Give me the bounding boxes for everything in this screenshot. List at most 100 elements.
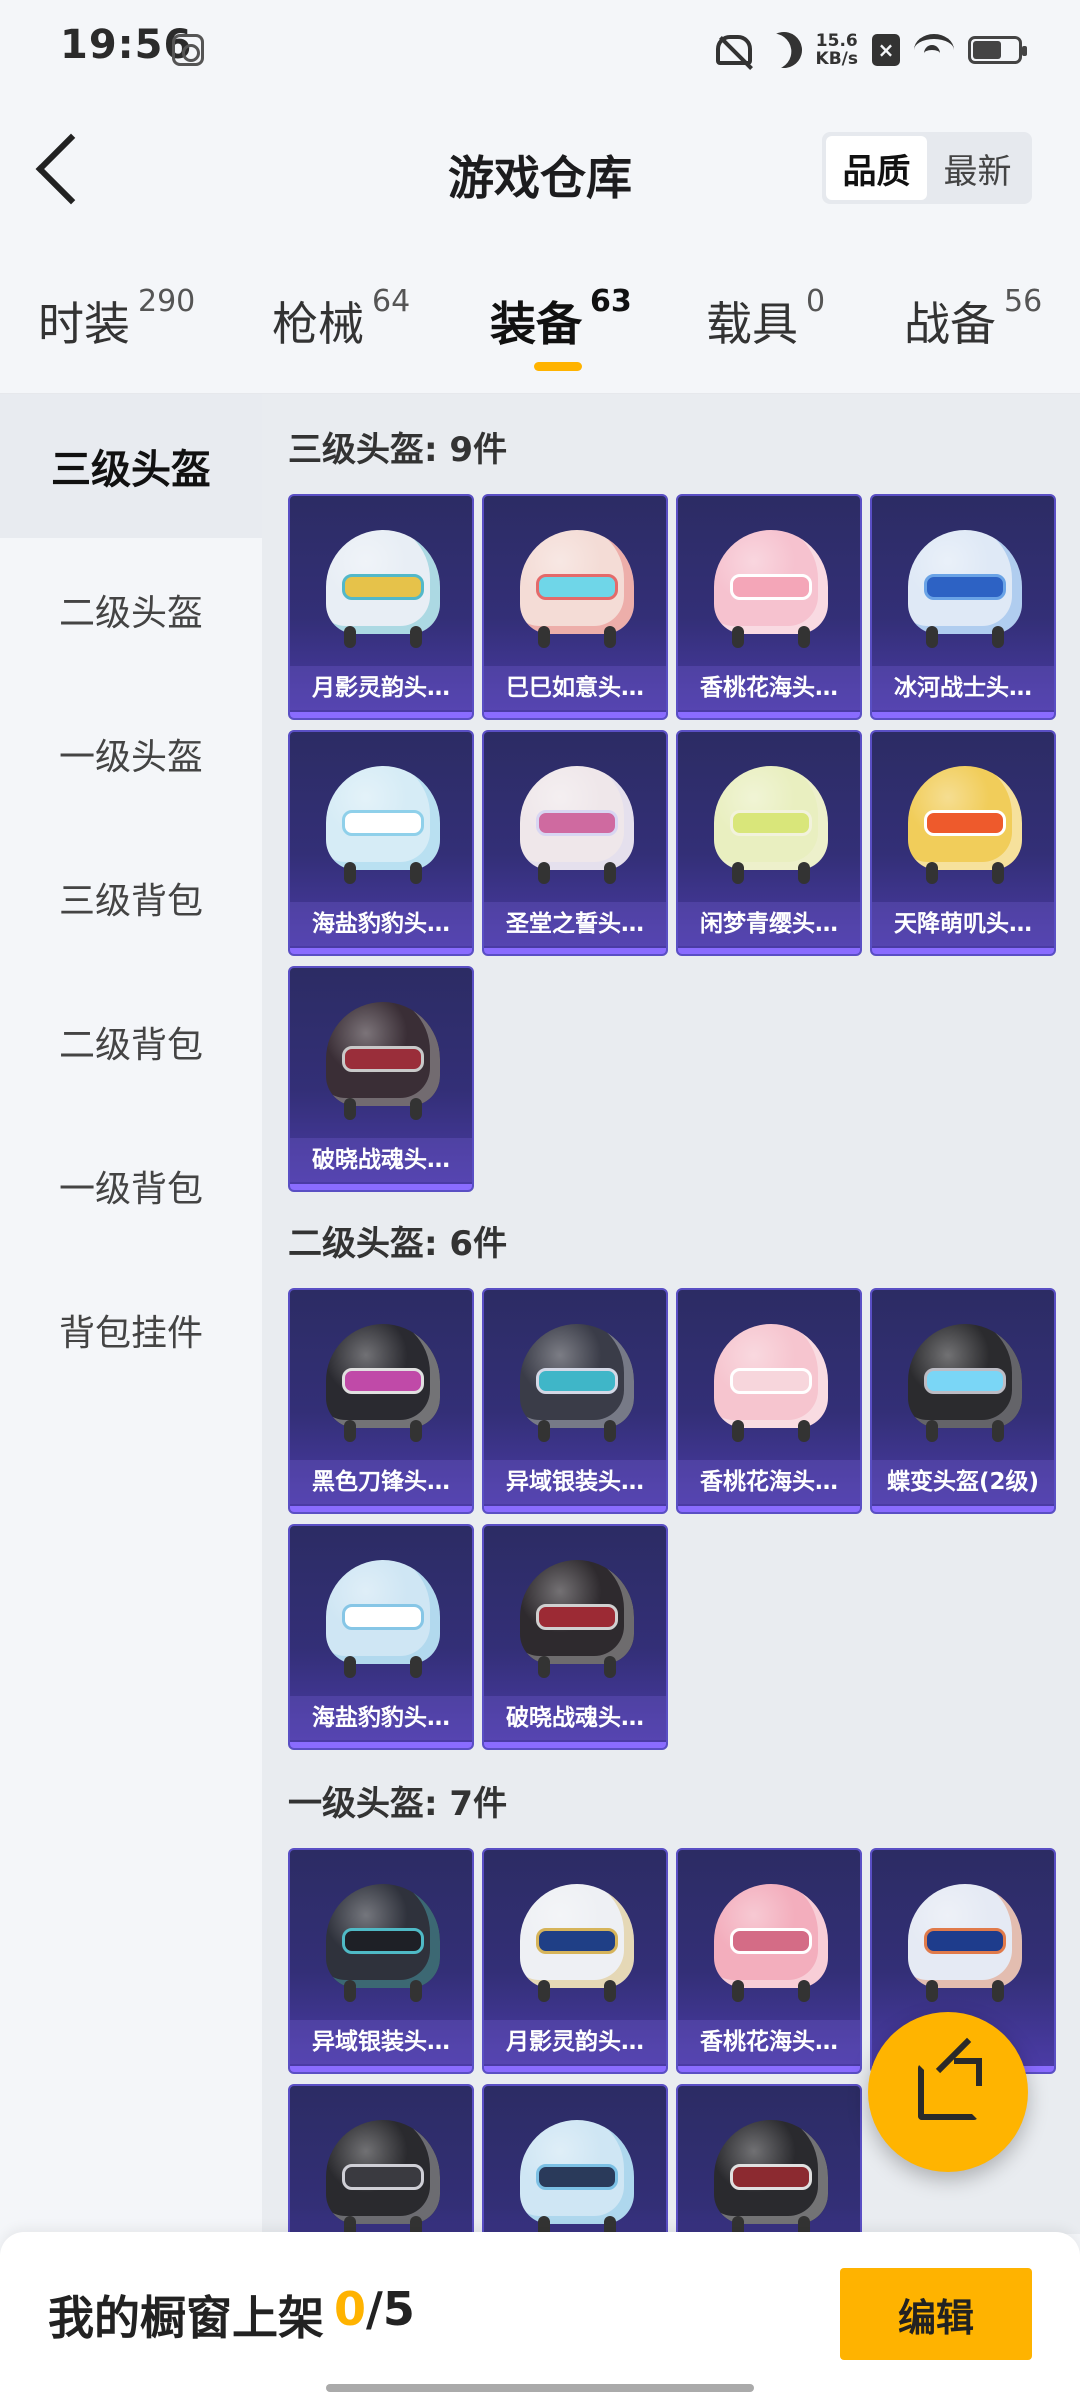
helmet-item-card[interactable]: 闲梦青缨头… — [676, 730, 862, 956]
helmet-visor — [924, 1928, 1006, 1954]
helmet-visor — [342, 2164, 424, 2190]
helmet-visor — [730, 574, 812, 600]
helmet-image — [908, 530, 1022, 648]
helmet-strap — [410, 1656, 422, 1678]
helmet-item-card[interactable]: 破晓战魂头… — [288, 966, 474, 1192]
helmet-strap — [798, 862, 810, 884]
helmet-strap — [604, 862, 616, 884]
helmet-item-card[interactable]: 异域银装头… — [482, 1288, 668, 1514]
helmet-image — [520, 530, 634, 648]
helmet-visor — [730, 1368, 812, 1394]
tab-firearms[interactable]: 枪械 64 — [272, 284, 410, 354]
helmet-image — [714, 2120, 828, 2234]
status-icons: 15.6 KB/s × — [715, 25, 1027, 74]
sidebar-item-level1-helmet[interactable]: 一级头盔 — [0, 682, 262, 826]
helmet-item-card[interactable] — [288, 2084, 474, 2234]
helmet-item-card[interactable]: 圣堂之誓头… — [482, 730, 668, 956]
item-name: 圣堂之誓头… — [484, 902, 666, 946]
sidebar-item-level2-backpack[interactable]: 二级背包 — [0, 970, 262, 1114]
helmet-strap — [410, 862, 422, 884]
item-name: 海盐豹豹头… — [290, 902, 472, 946]
sidebar-item-backpack-charm[interactable]: 背包挂件 — [0, 1258, 262, 1402]
helmet-item-card[interactable]: 香桃花海头… — [676, 1848, 862, 2074]
helmet-image — [520, 1560, 634, 1678]
sim-off-icon: × — [872, 34, 900, 66]
helmet-strap — [926, 1980, 938, 2002]
status-bar: 19:56 15.6 KB/s × — [0, 0, 1080, 84]
sidebar-item-level3-backpack[interactable]: 三级背包 — [0, 826, 262, 970]
item-name: 黑色刀锋头… — [290, 1460, 472, 1504]
showcase-total: 5 — [382, 2282, 415, 2336]
helmet-item-card[interactable]: 破晓战魂头… — [482, 1524, 668, 1750]
helmet-visor — [342, 1604, 424, 1630]
helmet-item-card[interactable]: 香桃花海头… — [676, 1288, 862, 1514]
edit-button[interactable]: 编辑 — [840, 2268, 1032, 2360]
helmet-strap — [732, 862, 744, 884]
helmet-strap — [926, 862, 938, 884]
helmet-strap — [538, 626, 550, 648]
helmet-image — [520, 2120, 634, 2234]
helmet-item-card[interactable] — [676, 2084, 862, 2234]
helmet-strap — [798, 1420, 810, 1442]
helmet-strap — [798, 626, 810, 648]
sidebar-item-level2-helmet[interactable]: 二级头盔 — [0, 538, 262, 682]
helmet-visor — [536, 810, 618, 836]
page-header: 游戏仓库 品质 最新 — [0, 84, 1080, 244]
subcategory-sidebar: 三级头盔 二级头盔 一级头盔 三级背包 二级背包 一级背包 背包挂件 — [0, 394, 262, 2234]
helmet-item-card[interactable]: 天降萌叽头… — [870, 730, 1056, 956]
section-title: 一级头盔: 7件 — [288, 1784, 508, 1824]
helmet-image — [908, 766, 1022, 884]
sidebar-item-level1-backpack[interactable]: 一级背包 — [0, 1114, 262, 1258]
sort-toggle: 品质 最新 — [822, 132, 1032, 204]
helmet-strap — [538, 1656, 550, 1678]
do-not-disturb-icon — [759, 25, 808, 74]
tab-supplies[interactable]: 战备 56 — [904, 284, 1042, 354]
share-button[interactable] — [868, 2012, 1028, 2172]
item-name: 异域银装头… — [484, 1460, 666, 1504]
helmet-strap — [410, 626, 422, 648]
helmet-visor — [536, 1604, 618, 1630]
helmet-item-card[interactable]: 月影灵韵头… — [288, 494, 474, 720]
helmet-strap — [992, 626, 1004, 648]
active-tab-indicator — [534, 362, 582, 371]
helmet-item-card[interactable]: 海盐豹豹头… — [288, 730, 474, 956]
item-name: 香桃花海头… — [678, 666, 860, 710]
helmet-strap — [732, 1420, 744, 1442]
tab-count: 290 — [138, 284, 196, 319]
tab-fashion[interactable]: 时装 290 — [38, 284, 195, 354]
item-grid[interactable]: 三级头盔: 9件 月影灵韵头… 巳巳如意头… 香桃花海头… 冰河战士头… 海盐豹豹头… 圣堂… — [262, 394, 1080, 2234]
helmet-item-card[interactable]: 月影灵韵头… — [482, 1848, 668, 2074]
sidebar-item-level3-helmet[interactable]: 三级头盔 — [0, 394, 262, 538]
helmet-item-card[interactable]: 黑色刀锋头… — [288, 1288, 474, 1514]
helmet-item-card[interactable]: 异域银装头… — [288, 1848, 474, 2074]
helmet-image — [520, 1884, 634, 2002]
tab-equipment[interactable]: 装备 63 — [490, 284, 632, 354]
helmet-image — [326, 2120, 440, 2234]
showcase-status: 我的橱窗上架 0 / 5 — [48, 2282, 415, 2348]
helmet-item-card[interactable]: 海盐豹豹头… — [288, 1524, 474, 1750]
helmet-visor — [342, 1368, 424, 1394]
helmet-strap — [410, 1098, 422, 1120]
helmet-strap — [732, 626, 744, 648]
item-name: 月影灵韵头… — [290, 666, 472, 710]
helmet-item-card[interactable]: 冰河战士头… — [870, 494, 1056, 720]
helmet-strap — [604, 626, 616, 648]
item-name: 月影灵韵头… — [484, 2020, 666, 2064]
helmet-item-card[interactable] — [482, 2084, 668, 2234]
item-name: 闲梦青缨头… — [678, 902, 860, 946]
sort-by-newest[interactable]: 最新 — [927, 136, 1028, 200]
helmet-strap — [344, 862, 356, 884]
sort-by-quality[interactable]: 品质 — [826, 136, 927, 200]
helmet-item-card[interactable]: 香桃花海头… — [676, 494, 862, 720]
helmet-strap — [604, 1656, 616, 1678]
helmet-visor — [536, 1928, 618, 1954]
helmet-item-card[interactable]: 蝶变头盔(2级) — [870, 1288, 1056, 1514]
helmet-image — [326, 1324, 440, 1442]
tab-vehicles[interactable]: 载具 0 — [706, 284, 825, 354]
helmet-image — [908, 1884, 1022, 2002]
helmet-strap — [344, 1656, 356, 1678]
share-icon — [918, 2058, 982, 2120]
tab-count: 64 — [372, 284, 411, 319]
tab-count: 63 — [590, 284, 632, 319]
helmet-item-card[interactable]: 巳巳如意头… — [482, 494, 668, 720]
